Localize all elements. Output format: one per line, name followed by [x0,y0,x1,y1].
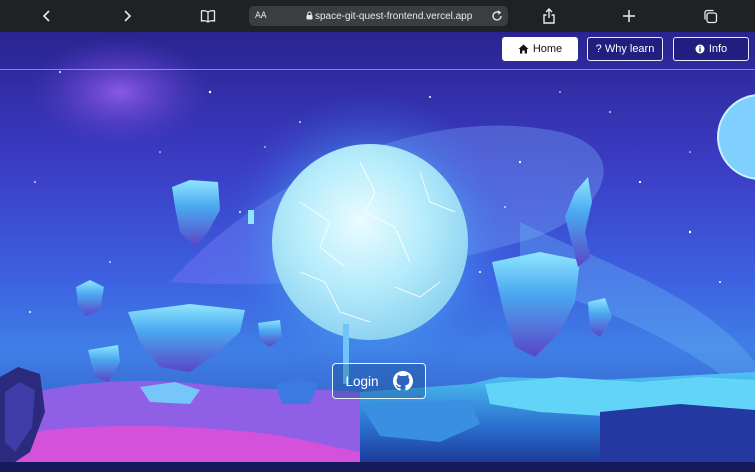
github-icon [392,371,413,391]
nav-home-label: Home [532,43,563,55]
space-background-illustration [0,37,755,472]
nav-home-button[interactable]: Home [502,37,578,61]
reader-button[interactable] [196,4,220,28]
nav-why-learn-label: ? Why learn [595,43,655,55]
home-icon [518,44,529,54]
chevron-right-icon [124,10,132,22]
reload-icon[interactable] [491,10,503,22]
login-label: Login [345,373,379,389]
text-size-button[interactable]: AA [255,11,267,21]
back-button[interactable] [35,4,59,28]
browser-toolbar: AA space-git-quest-frontend.vercel.app [0,0,755,32]
login-button[interactable]: Login [332,363,426,399]
nav-why-learn-button[interactable]: ? Why learn [587,37,663,61]
share-button[interactable] [537,4,561,28]
page-viewport: Home ? Why learn Info Login [0,32,755,472]
url-text: space-git-quest-frontend.vercel.app [315,10,473,22]
forward-button[interactable] [115,4,139,28]
address-bar[interactable]: AA space-git-quest-frontend.vercel.app [249,6,508,26]
plus-icon [623,10,635,22]
share-icon [543,8,555,24]
info-icon [695,44,705,54]
nav-divider [0,69,755,70]
new-tab-button[interactable] [617,4,641,28]
tabs-icon [703,9,717,23]
chevron-left-icon [42,10,50,22]
nav-info-button[interactable]: Info [673,37,749,61]
lock-icon [306,11,313,20]
tabs-button[interactable] [698,4,722,28]
nav-info-label: Info [708,43,728,55]
book-icon [200,10,216,23]
